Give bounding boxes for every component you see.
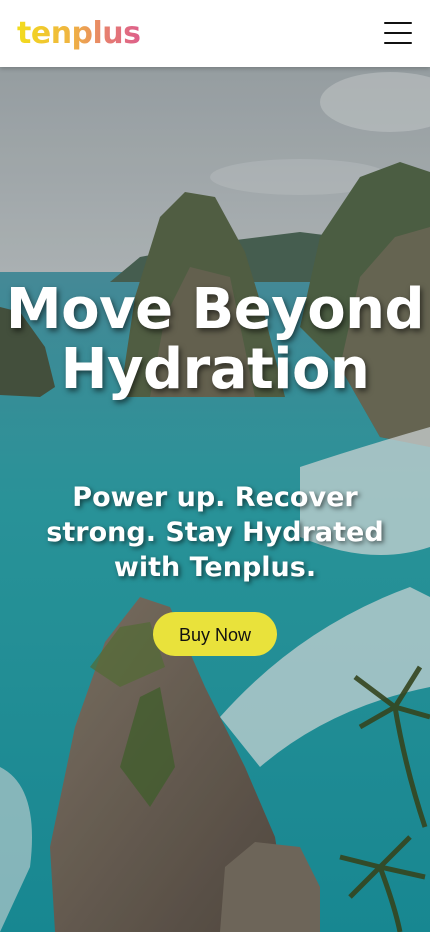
hero-subheadline: Power up. Recover strong. Stay Hydrated … [46,482,384,583]
menu-line [384,32,412,35]
tenplus-logo[interactable]: tenplus [17,10,141,58]
hamburger-menu-icon[interactable] [384,22,412,45]
menu-line [384,42,412,45]
site-header: tenplus [0,0,430,67]
menu-line [384,22,412,25]
hero-section: Move Beyond Hydration Power up. Recover … [0,67,430,932]
buy-now-button[interactable]: Buy Now [153,612,277,656]
hero-headline: Move Beyond Hydration [5,277,425,402]
